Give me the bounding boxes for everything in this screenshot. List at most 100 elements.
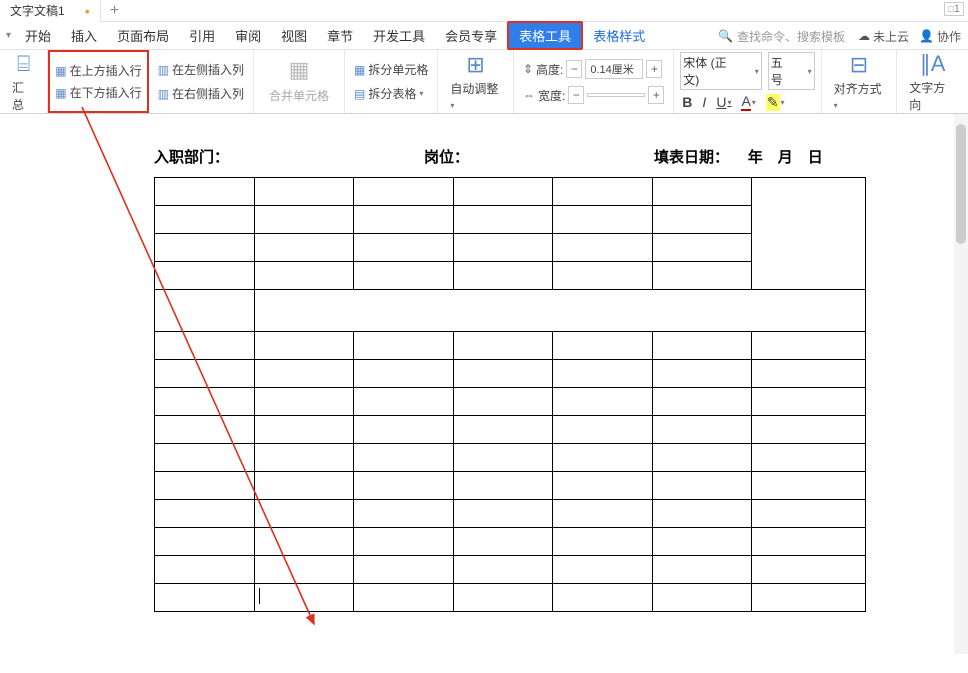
- width-input[interactable]: [587, 93, 645, 97]
- insert-col-left-button[interactable]: ▥ 在左侧插入列: [155, 59, 247, 80]
- summary-icon: ⌸: [17, 51, 30, 77]
- italic-button[interactable]: I: [700, 94, 708, 110]
- search-placeholder: 查找命令、搜索模板: [737, 28, 845, 45]
- cloud-icon: ☁: [858, 29, 870, 43]
- bold-button[interactable]: B: [680, 94, 694, 110]
- height-plus-button[interactable]: +: [646, 60, 662, 78]
- chevron-down-icon: ▾: [808, 67, 812, 76]
- person-icon: 👤: [919, 29, 934, 43]
- font-size-select[interactable]: 五号 ▾: [768, 52, 815, 90]
- text-direction-button[interactable]: ∥A 文字方向: [903, 47, 962, 117]
- table-row: [155, 416, 866, 444]
- insert-col-left-icon: ▥: [158, 63, 169, 77]
- document-page[interactable]: 入职部门： 岗位： 填表日期： 年 月 日: [154, 146, 866, 612]
- ribbon: ⌸ 汇总 ▦ 在上方插入行 ▦ 在下方插入行 ▥ 在左侧插入列 ▥ 在右侧插入列…: [0, 50, 968, 114]
- table-row: [155, 584, 866, 612]
- split-cells-button[interactable]: ▦ 拆分单元格: [351, 59, 431, 80]
- menu-insert[interactable]: 插入: [61, 22, 107, 49]
- add-tab-button[interactable]: +: [101, 0, 129, 22]
- split-table-icon: ▤: [354, 87, 365, 101]
- insert-row-below-icon: ▦: [55, 86, 66, 100]
- table-row: [155, 444, 866, 472]
- align-button[interactable]: ⊟ 对齐方式▾: [828, 48, 891, 115]
- split-table-button[interactable]: ▤ 拆分表格 ▾: [351, 83, 431, 104]
- ribbon-group-autofit: ⊞ 自动调整▾: [438, 50, 514, 113]
- row-height: ⇕ 高度: − 0.14厘米 +: [520, 57, 667, 81]
- menu-table-style[interactable]: 表格样式: [583, 22, 655, 49]
- tab-title: 文字文稿1: [10, 2, 65, 19]
- menu-chapter[interactable]: 章节: [317, 22, 363, 49]
- menu-page-layout[interactable]: 页面布局: [107, 22, 179, 49]
- table-row: [155, 500, 866, 528]
- menu-references[interactable]: 引用: [179, 22, 225, 49]
- align-icon: ⊟: [850, 52, 868, 78]
- height-minus-button[interactable]: −: [566, 60, 582, 78]
- ribbon-group-align: ⊟ 对齐方式▾: [822, 50, 898, 113]
- summary-button[interactable]: ⌸ 汇总: [6, 47, 41, 117]
- menu-start[interactable]: 开始: [15, 22, 61, 49]
- document-tab[interactable]: 文字文稿1 •: [0, 0, 101, 22]
- ribbon-group-merge: ▦ 合并单元格: [254, 50, 345, 113]
- form-header: 入职部门： 岗位： 填表日期： 年 月 日: [154, 146, 866, 167]
- width-minus-button[interactable]: −: [568, 86, 584, 104]
- ribbon-group-summary: ⌸ 汇总: [0, 50, 48, 113]
- table-row: [155, 556, 866, 584]
- height-input[interactable]: 0.14厘米: [585, 59, 643, 79]
- label-date: 填表日期： 年 月 日: [654, 146, 866, 167]
- text-direction-icon: ∥A: [920, 51, 946, 77]
- table-row: [155, 360, 866, 388]
- table-row: [155, 472, 866, 500]
- menu-bar: ▾ 开始 插入 页面布局 引用 审阅 视图 章节 开发工具 会员专享 表格工具 …: [0, 22, 968, 50]
- collab-button[interactable]: 👤 协作: [916, 26, 964, 47]
- document-table[interactable]: [154, 177, 866, 612]
- page-indicator: □1: [944, 2, 964, 16]
- menu-view[interactable]: 视图: [271, 22, 317, 49]
- ribbon-group-insert-rows: ▦ 在上方插入行 ▦ 在下方插入行: [48, 50, 148, 113]
- font-name-select[interactable]: 宋体 (正文) ▾: [680, 52, 761, 90]
- ribbon-group-font: 宋体 (正文) ▾ 五号 ▾ B I U▾ A▾ ✎▾: [674, 50, 821, 113]
- merge-cells-icon: ▦: [289, 57, 310, 83]
- insert-row-below-button[interactable]: ▦ 在下方插入行: [52, 82, 144, 103]
- search-box[interactable]: 🔍 查找命令、搜索模板: [712, 26, 851, 47]
- width-icon: ⇔: [523, 88, 535, 102]
- menu-table-tools[interactable]: 表格工具: [507, 21, 583, 50]
- autofit-icon: ⊞: [466, 52, 484, 78]
- chevron-down-icon: ▾: [419, 89, 423, 98]
- underline-button[interactable]: U▾: [714, 94, 733, 110]
- chevron-down-icon: ▾: [450, 101, 454, 110]
- insert-col-right-icon: ▥: [158, 87, 169, 101]
- menu-developer[interactable]: 开发工具: [363, 22, 435, 49]
- height-icon: ⇕: [523, 62, 533, 76]
- ribbon-group-split: ▦ 拆分单元格 ▤ 拆分表格 ▾: [345, 50, 438, 113]
- menu-review[interactable]: 审阅: [225, 22, 271, 49]
- table-row: [155, 290, 866, 332]
- menu-dropdown-icon[interactable]: ▾: [2, 30, 15, 41]
- width-plus-button[interactable]: +: [648, 86, 664, 104]
- label-department: 入职部门：: [154, 146, 424, 167]
- insert-col-right-button[interactable]: ▥ 在右侧插入列: [155, 83, 247, 104]
- document-area[interactable]: 入职部门： 岗位： 填表日期： 年 月 日: [0, 114, 968, 673]
- ribbon-group-textdir: ∥A 文字方向: [897, 50, 968, 113]
- menu-vip[interactable]: 会员专享: [435, 22, 507, 49]
- autofit-button[interactable]: ⊞ 自动调整▾: [444, 48, 507, 115]
- merge-cells-button[interactable]: ▦ 合并单元格: [260, 53, 338, 110]
- font-color-button[interactable]: A▾: [739, 93, 757, 111]
- label-position: 岗位：: [424, 146, 654, 167]
- ribbon-group-insert-cols: ▥ 在左侧插入列 ▥ 在右侧插入列: [149, 50, 254, 113]
- table-row: [155, 332, 866, 360]
- scrollbar-thumb[interactable]: [956, 124, 966, 244]
- chevron-down-icon: ▾: [755, 67, 759, 76]
- vertical-scrollbar[interactable]: [954, 114, 968, 654]
- insert-row-above-icon: ▦: [55, 64, 66, 78]
- split-cells-icon: ▦: [354, 63, 365, 77]
- table-row: [155, 178, 866, 206]
- title-bar: 文字文稿1 • + □1: [0, 0, 968, 22]
- search-icon: 🔍: [718, 29, 733, 43]
- table-row: [155, 528, 866, 556]
- highlight-button[interactable]: ✎▾: [764, 94, 787, 111]
- insert-row-above-button[interactable]: ▦ 在上方插入行: [52, 60, 144, 81]
- cloud-button[interactable]: ☁ 未上云: [855, 26, 912, 47]
- table-row: [155, 388, 866, 416]
- ribbon-group-dimensions: ⇕ 高度: − 0.14厘米 + ⇔ 宽度: − +: [514, 50, 674, 113]
- col-width: ⇔ 宽度: − +: [520, 84, 667, 106]
